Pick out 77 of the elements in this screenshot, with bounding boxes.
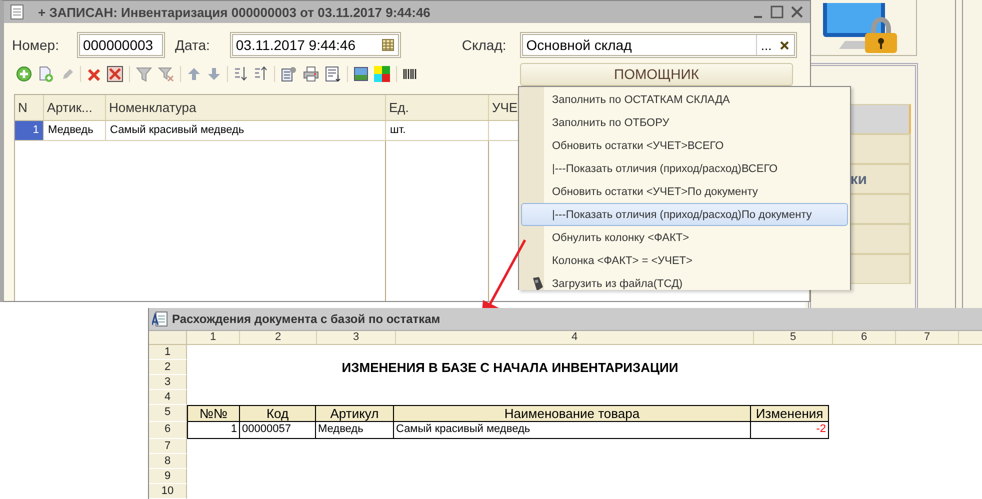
window-title: + ЗАПИСАН: Инвентаризация 000000003 от 03.11.2017 9:44:46 [38, 4, 430, 20]
column-header: Наименование товара [393, 405, 751, 422]
date-field[interactable]: 03.11.2017 9:44:46 [230, 32, 401, 58]
column-header[interactable]: 4 [396, 331, 754, 345]
down-arrow-icon[interactable] [207, 66, 221, 82]
table-cell: шт. [386, 121, 489, 140]
column-header[interactable]: 7 [896, 331, 959, 345]
column-header[interactable]: 3 [317, 331, 396, 345]
column-header[interactable]: Ед. [386, 95, 489, 120]
menu-item[interactable]: Заполнить по ОТБОРУ [521, 111, 848, 134]
row-header[interactable]: 3 [149, 375, 187, 390]
date-label: Дата: [174, 37, 210, 53]
menu-item[interactable]: Колонка <ФАКТ> = <УЧЕТ> [521, 249, 848, 272]
column-header: №№ [187, 405, 240, 422]
document-icon [10, 4, 24, 20]
add-icon[interactable] [16, 66, 32, 82]
row-header[interactable]: 10 [149, 484, 187, 499]
row-header[interactable]: 8 [149, 454, 187, 469]
warehouse-field[interactable]: Основной склад ... [520, 32, 798, 58]
menu-item[interactable]: Загрузить из файла(ТСД) [521, 272, 848, 290]
helper-button[interactable]: ПОМОЩНИК [520, 62, 793, 86]
window-title: Расхождения документа с базой по остаткам [172, 312, 440, 326]
row-header[interactable]: 4 [149, 390, 187, 405]
column-header[interactable]: Номенклатура [106, 95, 386, 120]
document-settings-icon[interactable] [281, 66, 297, 82]
mark-delete-icon[interactable] [107, 66, 123, 82]
row-header[interactable]: 5 [149, 405, 187, 422]
delete-icon[interactable] [87, 66, 101, 82]
warehouse-label: Склад: [462, 37, 506, 53]
number-label: Номер: [12, 37, 59, 53]
menu-item[interactable]: |---Показать отличия (приход/расход)По документу [521, 203, 848, 226]
column-header: Изменения [750, 405, 829, 422]
report-settings-icon[interactable] [325, 66, 341, 82]
column-header[interactable]: 1 [187, 331, 240, 345]
table-cell: Самый красивый медведь [393, 422, 751, 439]
column-header[interactable]: N [15, 95, 44, 120]
color-grid-icon[interactable] [374, 66, 390, 82]
row-number-cell[interactable]: 1 [15, 121, 44, 140]
menu-item[interactable]: Заполнить по ОСТАТКАМ СКЛАДА [521, 88, 848, 111]
column-header[interactable]: Артик... [44, 95, 106, 120]
column-header[interactable]: 6 [833, 331, 896, 345]
up-arrow-icon[interactable] [187, 66, 201, 82]
table-cell: Медведь [44, 121, 106, 140]
column-header[interactable]: 5 [754, 331, 833, 345]
clear-icon[interactable] [780, 40, 790, 50]
row-header[interactable]: 1 [149, 345, 187, 360]
filter-icon[interactable] [136, 66, 152, 82]
row-header[interactable]: 9 [149, 469, 187, 484]
printer-icon[interactable] [303, 66, 319, 82]
table-cell: 00000057 [239, 422, 316, 439]
row-header[interactable]: 2 [149, 360, 187, 375]
row-header[interactable]: 6 [149, 422, 187, 439]
clear-filter-icon[interactable] [158, 66, 174, 82]
table-cell: 1 [187, 422, 240, 439]
sort-ascending-icon[interactable] [234, 66, 248, 82]
row-header[interactable]: 7 [149, 439, 187, 454]
close-icon[interactable] [790, 5, 804, 19]
number-field[interactable]: 000000003 [76, 32, 165, 58]
barcode-icon[interactable] [403, 68, 417, 80]
column-header: Артикул [315, 405, 394, 422]
select-button[interactable]: ... [756, 35, 776, 55]
maximize-icon[interactable] [770, 5, 784, 19]
menu-item[interactable]: Обновить остатки <УЧЕТ>ВСЕГО [521, 134, 848, 157]
spreadsheet-icon [152, 311, 168, 327]
table-cell: Медведь [315, 422, 394, 439]
column-header: Код [239, 405, 316, 422]
landscape-icon[interactable] [354, 67, 368, 81]
column-header[interactable]: 2 [240, 331, 317, 345]
menu-item[interactable]: Обнулить колонку <ФАКТ> [521, 226, 848, 249]
table-cell: -2 [750, 422, 829, 439]
calendar-icon[interactable] [382, 39, 394, 51]
scanner-icon [530, 276, 544, 290]
sort-descending-icon[interactable] [254, 66, 268, 82]
copy-icon[interactable] [38, 66, 54, 82]
table-cell: Самый красивый медведь [106, 121, 386, 140]
corner-cell[interactable] [149, 331, 187, 345]
report-heading: ИЗМЕНЕНИЯ В БАЗЕ С НАЧАЛА ИНВЕНТАРИЗАЦИИ [340, 360, 680, 375]
